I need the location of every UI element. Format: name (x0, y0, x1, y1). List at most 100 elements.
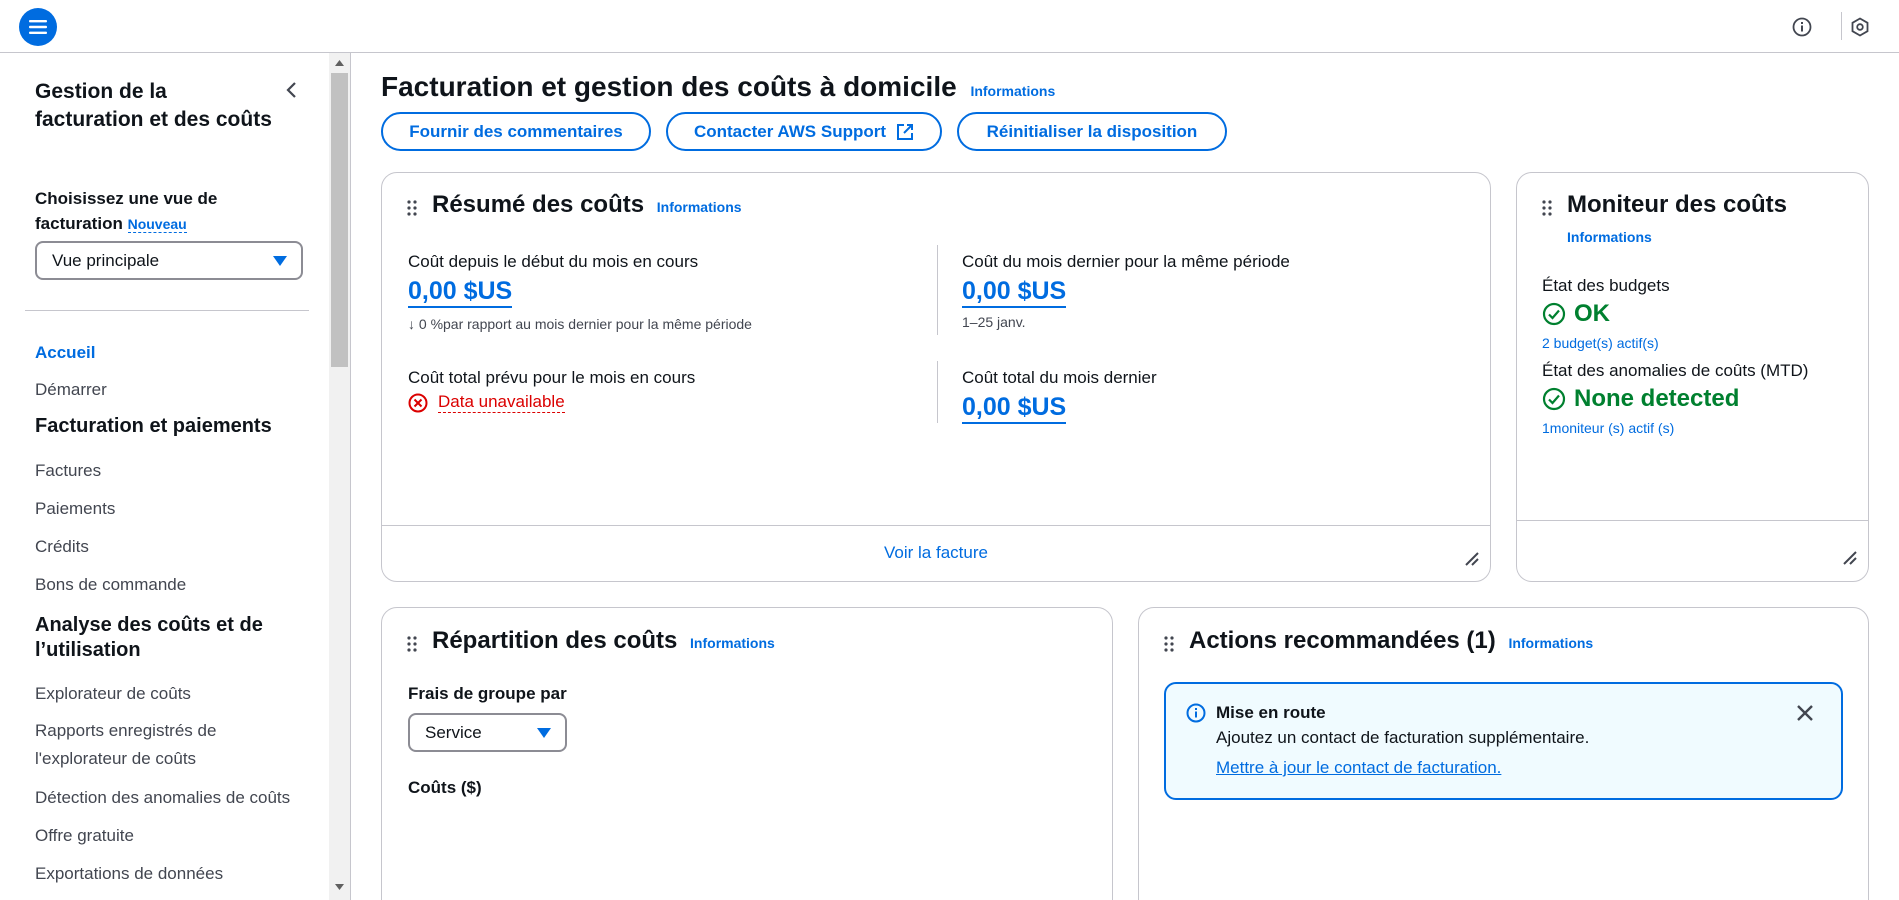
budget-status-label: État des budgets (1542, 276, 1670, 295)
error-x-circle-icon (408, 393, 428, 412)
caret-down-icon (537, 728, 551, 738)
cost-monitor-title: Moniteur des coûts (1567, 191, 1788, 218)
sidebar-item-free-tier[interactable]: Offre gratuite (35, 826, 134, 846)
alert-title: Mise en route (1216, 703, 1326, 722)
sidebar-item-start[interactable]: Démarrer (35, 380, 107, 400)
active-budgets-link[interactable]: 2 budget(s) actif(s) (1542, 335, 1659, 351)
feedback-button[interactable]: Fournir des commentaires (381, 112, 651, 151)
info-circle-icon (1186, 703, 1206, 723)
scroll-down-arrow-icon[interactable] (335, 884, 344, 890)
drag-handle-icon[interactable] (407, 636, 417, 652)
anomaly-status-label: État des anomalies de coûts (MTD) (1542, 361, 1809, 380)
cost-summary-card: Résumé des coûts Informations Coût depui… (381, 172, 1491, 582)
active-monitors-link[interactable]: 1moniteur (s) actif (s) (1542, 420, 1674, 436)
budget-status: OK (1542, 300, 1610, 328)
scroll-up-arrow-icon[interactable] (335, 60, 344, 66)
sidebar-section-analysis: Analyse des coûts et de l’utilisation (35, 614, 263, 661)
info-alert: Mise en route Ajoutez un contact de fact… (1164, 682, 1843, 800)
sidebar-scroll-thumb[interactable] (331, 73, 348, 367)
update-billing-contact-link[interactable]: Mettre à jour le contact de facturation. (1216, 758, 1501, 778)
cost-monitor-info-link[interactable]: Informations (1567, 229, 1652, 245)
card-footer-divider (382, 525, 1490, 526)
cost-breakdown-title-text: Répartition des coûts (432, 627, 678, 654)
cost-summary-info-link[interactable]: Informations (657, 199, 742, 215)
close-icon[interactable] (1795, 703, 1815, 723)
mtd-change-text: 0 %par rapport au mois dernier pour la m… (418, 316, 752, 332)
cost-summary-title-text: Résumé des coûts (432, 191, 645, 218)
billing-view-select[interactable]: Vue principale (35, 241, 303, 280)
group-by-label: Frais de groupe par (408, 684, 567, 703)
billing-view-label-text: Choisissez une vue de facturation (35, 189, 218, 233)
drag-handle-icon[interactable] (1542, 200, 1552, 216)
sidebar-item-invoices[interactable]: Factures (35, 461, 101, 481)
cost-summary-title: Résumé des coûts Informations (432, 191, 742, 219)
group-by-select[interactable]: Service (408, 713, 567, 752)
last-month-same-period-label: Coût du mois dernier pour la même périod… (962, 252, 1290, 271)
resize-handle-icon[interactable] (1464, 551, 1480, 567)
forecast-error-text[interactable]: Data unavailable (438, 392, 565, 413)
alert-text: Ajoutez un contact de facturation supplé… (1216, 728, 1590, 747)
billing-view-select-value: Vue principale (52, 250, 160, 270)
sidebar-title: Gestion de la facturation et des coûts (35, 80, 272, 131)
cost-breakdown-info-link[interactable]: Informations (690, 635, 775, 651)
sidebar-item-home[interactable]: Accueil (35, 343, 95, 363)
check-circle-icon (1542, 387, 1566, 411)
top-navigation-bar (0, 0, 1899, 53)
page-info-link[interactable]: Informations (970, 83, 1055, 99)
resize-handle-icon[interactable] (1842, 550, 1858, 566)
column-divider-2 (937, 361, 938, 423)
sidebar: Gestion de la facturation et des coûts C… (0, 53, 330, 900)
chevron-left-icon[interactable] (281, 79, 303, 101)
sidebar-item-data-exports[interactable]: Exportations de données (35, 864, 223, 884)
anomaly-status: None detected (1542, 385, 1739, 413)
sidebar-item-credits[interactable]: Crédits (35, 537, 89, 557)
external-link-icon (897, 123, 914, 140)
hexagon-settings-icon[interactable] (1847, 14, 1873, 40)
mtd-cost-value[interactable]: 0,00 $US (408, 276, 513, 308)
mtd-cost-label: Coût depuis le début du mois en cours (408, 252, 699, 271)
sidebar-item-purchase-orders[interactable]: Bons de commande (35, 575, 186, 595)
last-month-total-value[interactable]: 0,00 $US (962, 392, 1067, 424)
budget-status-text: OK (1574, 300, 1610, 327)
costs-axis-label: Coûts ($) (408, 778, 482, 797)
page-title-text: Facturation et gestion des coûts à domic… (381, 71, 957, 102)
group-by-select-value: Service (425, 722, 482, 742)
sidebar-section-billing: Facturation et paiements (35, 415, 272, 437)
caret-down-icon (273, 256, 287, 266)
info-circle-icon[interactable] (1789, 14, 1815, 40)
recommended-actions-title-text: Actions recommandées (1) (1189, 627, 1496, 654)
cost-breakdown-title: Répartition des coûts Informations (432, 627, 775, 655)
contact-support-button[interactable]: Contacter AWS Support (666, 112, 942, 151)
last-month-total-label: Coût total du mois dernier (962, 368, 1157, 387)
sidebar-item-payments[interactable]: Paiements (35, 499, 115, 519)
hamburger-menu-icon[interactable] (19, 8, 57, 46)
mtd-change: ↓ 0 %par rapport au mois dernier pour la… (408, 316, 752, 332)
cost-breakdown-card: Répartition des coûts Informations Frais… (381, 607, 1113, 900)
recommended-actions-info-link[interactable]: Informations (1508, 635, 1593, 651)
forecast-error: Data unavailable (408, 392, 565, 413)
last-month-date-range: 1–25 janv. (962, 314, 1026, 330)
card-footer-divider (1517, 520, 1868, 521)
column-divider (937, 245, 938, 335)
recommended-actions-title: Actions recommandées (1) Informations (1189, 627, 1593, 655)
arrow-down-icon: ↓ (408, 316, 419, 332)
last-month-same-period-value[interactable]: 0,00 $US (962, 276, 1067, 308)
sidebar-item-anomaly-detection[interactable]: Détection des anomalies de coûts (35, 788, 290, 808)
drag-handle-icon[interactable] (407, 200, 417, 216)
sidebar-item-cost-explorer[interactable]: Explorateur de coûts (35, 684, 191, 704)
check-circle-icon (1542, 302, 1566, 326)
page-title: Facturation et gestion des coûts à domic… (381, 71, 1055, 103)
new-badge[interactable]: Nouveau (127, 216, 187, 233)
sidebar-border (350, 53, 351, 900)
reset-layout-button[interactable]: Réinitialiser la disposition (957, 112, 1227, 151)
sidebar-item-saved-reports[interactable]: Rapports enregistrés de l'explorateur de… (35, 717, 265, 773)
contact-support-label: Contacter AWS Support (693, 121, 887, 141)
forecast-cost-label: Coût total prévu pour le mois en cours (408, 368, 696, 387)
cost-monitor-card: Moniteur des coûts Informations État des… (1516, 172, 1869, 582)
top-bar-divider (1841, 12, 1842, 40)
drag-handle-icon[interactable] (1164, 636, 1174, 652)
view-bill-link[interactable]: Voir la facture (382, 543, 1490, 563)
sidebar-divider (25, 310, 309, 311)
billing-view-label: Choisissez une vue de facturation Nouvea… (35, 186, 275, 237)
anomaly-status-text: None detected (1574, 385, 1740, 412)
